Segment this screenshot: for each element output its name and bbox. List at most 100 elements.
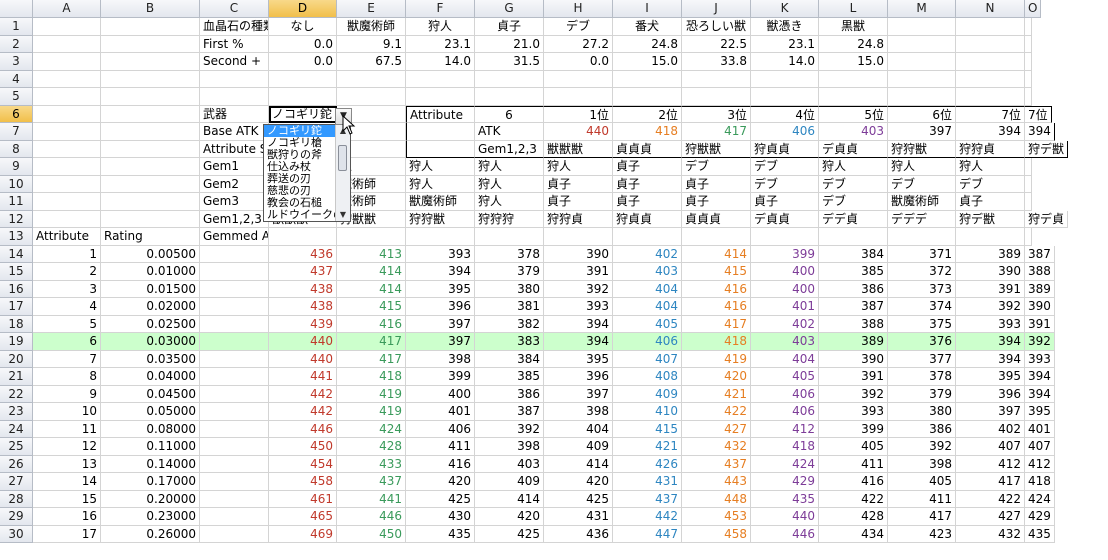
- cell-b1[interactable]: [101, 18, 200, 36]
- cell-i24[interactable]: 415: [613, 420, 682, 438]
- cell-d15[interactable]: 437: [269, 263, 337, 281]
- cell-b5[interactable]: [101, 88, 200, 106]
- cell-i1[interactable]: 番犬: [613, 18, 682, 36]
- cell-i15[interactable]: 403: [613, 263, 682, 281]
- row-header-26[interactable]: 26: [0, 455, 33, 473]
- cell-g28[interactable]: 414: [475, 490, 544, 508]
- cell-c5[interactable]: [200, 88, 269, 106]
- cell-c19[interactable]: [200, 333, 269, 351]
- cell-i14[interactable]: 402: [613, 245, 682, 263]
- cell-i7[interactable]: 418: [613, 123, 682, 141]
- row-header-5[interactable]: 5: [0, 88, 33, 106]
- cell-d17[interactable]: 438: [269, 298, 337, 316]
- cell-k5[interactable]: [751, 88, 819, 106]
- row-header-30[interactable]: 30: [0, 525, 33, 543]
- cell-b2[interactable]: [101, 35, 200, 53]
- cell-l23[interactable]: 393: [819, 403, 888, 421]
- cell-j29[interactable]: 453: [682, 508, 751, 526]
- cell-l29[interactable]: 428: [819, 508, 888, 526]
- cell-c15[interactable]: [200, 263, 269, 281]
- row-header-24[interactable]: 24: [0, 420, 33, 438]
- cell-f1[interactable]: 狩人: [406, 18, 475, 36]
- dropdown-option[interactable]: 教会の石槌: [264, 197, 337, 209]
- cell-d25[interactable]: 450: [269, 438, 337, 456]
- cell-o25[interactable]: 407: [1025, 438, 1055, 456]
- cell-e25[interactable]: 428: [337, 438, 406, 456]
- cell-h19[interactable]: 394: [544, 333, 613, 351]
- cell-g22[interactable]: 386: [475, 385, 544, 403]
- cell-b4[interactable]: [101, 70, 200, 88]
- cell-h17[interactable]: 393: [544, 298, 613, 316]
- cell-h6[interactable]: 1位: [544, 105, 613, 123]
- cell-f17[interactable]: 396: [406, 298, 475, 316]
- cell-i6[interactable]: 2位: [613, 105, 682, 123]
- cell-a5[interactable]: [33, 88, 101, 106]
- cell-m9[interactable]: 狩人: [888, 158, 956, 176]
- cell-a16[interactable]: 3: [33, 280, 101, 298]
- weapon-dropdown-list[interactable]: ノコギリ鉈 ノコギリ槍 獣狩りの斧 仕込み杖 葬送の刃 慈悲の刃 教会の石槌 ルドウイークの …: [263, 124, 351, 222]
- cell-e13[interactable]: [337, 228, 406, 246]
- cell-f26[interactable]: 416: [406, 455, 475, 473]
- cell-d26[interactable]: 454: [269, 455, 337, 473]
- cell-c30[interactable]: [200, 525, 269, 543]
- cell-n26[interactable]: 412: [956, 455, 1025, 473]
- cell-d22[interactable]: 442: [269, 385, 337, 403]
- cell-i21[interactable]: 408: [613, 368, 682, 386]
- cell-b22[interactable]: 0.04500: [101, 385, 200, 403]
- cell-f15[interactable]: 394: [406, 263, 475, 281]
- cell-k22[interactable]: 406: [751, 385, 819, 403]
- cell-h1[interactable]: デブ: [544, 18, 613, 36]
- cell-g15[interactable]: 379: [475, 263, 544, 281]
- select-all-corner[interactable]: [0, 0, 33, 18]
- cell-c23[interactable]: [200, 403, 269, 421]
- cell-m7[interactable]: 397: [888, 123, 956, 141]
- cell-k18[interactable]: 402: [751, 315, 819, 333]
- cell-f6[interactable]: Attribute: [406, 105, 475, 123]
- cell-g24[interactable]: 392: [475, 420, 544, 438]
- cell-n10[interactable]: デブ: [956, 175, 1025, 193]
- cell-g10[interactable]: 狩人: [475, 175, 544, 193]
- cell-o16[interactable]: 389: [1025, 280, 1055, 298]
- cell-h11[interactable]: 貞子: [544, 193, 613, 211]
- cell-d5[interactable]: [269, 88, 337, 106]
- cell-f3[interactable]: 14.0: [406, 53, 475, 71]
- cell-e24[interactable]: 424: [337, 420, 406, 438]
- cell-n22[interactable]: 396: [956, 385, 1025, 403]
- cell-l30[interactable]: 434: [819, 525, 888, 543]
- cell-a11[interactable]: [33, 193, 101, 211]
- cell-f22[interactable]: 400: [406, 385, 475, 403]
- cell-m22[interactable]: 379: [888, 385, 956, 403]
- cell-o9[interactable]: [1025, 158, 1032, 176]
- cell-b13[interactable]: Rating: [101, 228, 200, 246]
- cell-e22[interactable]: 419: [337, 385, 406, 403]
- cell-c13[interactable]: Gemmed ATK: [200, 228, 269, 246]
- cell-m3[interactable]: [888, 53, 956, 71]
- cell-i13[interactable]: [613, 228, 682, 246]
- cell-l25[interactable]: 405: [819, 438, 888, 456]
- cell-h13[interactable]: [544, 228, 613, 246]
- cell-m30[interactable]: 423: [888, 525, 956, 543]
- cell-m19[interactable]: 376: [888, 333, 956, 351]
- cell-h30[interactable]: 436: [544, 525, 613, 543]
- cell-i22[interactable]: 409: [613, 385, 682, 403]
- column-header-h[interactable]: H: [544, 0, 613, 18]
- cell-b24[interactable]: 0.08000: [101, 420, 200, 438]
- cell-a27[interactable]: 14: [33, 473, 101, 491]
- weapon-select-cell[interactable]: ノコギリ鉈: [269, 105, 337, 123]
- cell-e14[interactable]: 413: [337, 245, 406, 263]
- cell-l4[interactable]: [819, 70, 888, 88]
- cell-l1[interactable]: 黒獣: [819, 18, 888, 36]
- cell-i12[interactable]: 狩貞貞: [613, 210, 682, 228]
- cell-f8[interactable]: [406, 140, 475, 158]
- cell-n29[interactable]: 427: [956, 508, 1025, 526]
- row-header-21[interactable]: 21: [0, 368, 33, 386]
- row-header-19[interactable]: 19: [0, 333, 33, 351]
- cell-n7[interactable]: 394: [956, 123, 1025, 141]
- row-header-4[interactable]: 4: [0, 70, 33, 88]
- cell-l17[interactable]: 387: [819, 298, 888, 316]
- cell-a4[interactable]: [33, 70, 101, 88]
- cell-l9[interactable]: 狩人: [819, 158, 888, 176]
- cell-c27[interactable]: [200, 473, 269, 491]
- cell-c4[interactable]: [200, 70, 269, 88]
- cell-h8[interactable]: 獣獣獣: [544, 140, 613, 158]
